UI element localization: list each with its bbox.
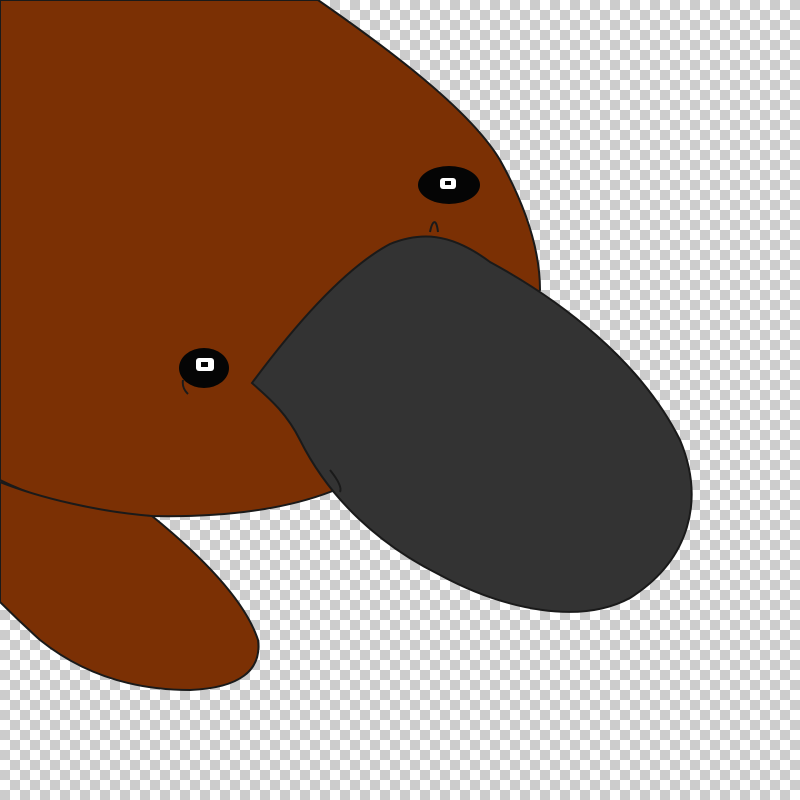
checkerboard-background [0, 0, 800, 800]
eye-icon [418, 166, 480, 204]
platypus-drawing [0, 0, 693, 692]
